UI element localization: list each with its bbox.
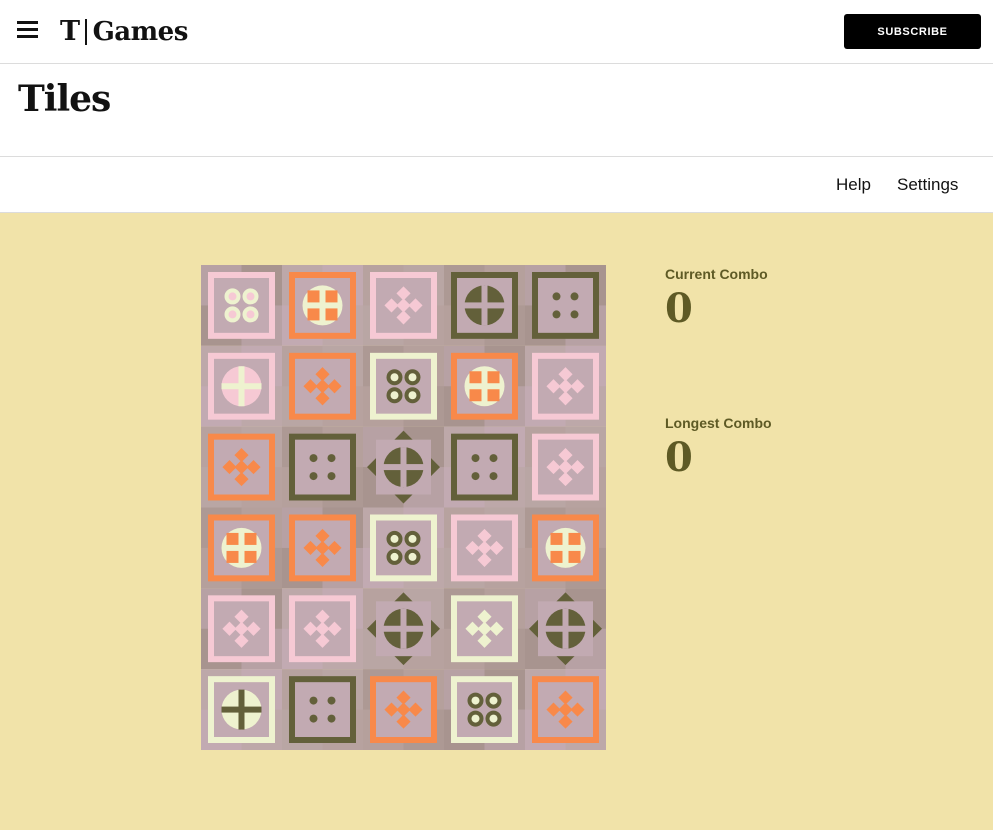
page-title: Tiles — [18, 78, 111, 120]
longest-combo-value: 0 — [665, 434, 693, 481]
longest-combo-label: Longest Combo — [665, 415, 772, 431]
tile-pink-diamonds[interactable] — [444, 507, 525, 589]
menu-icon[interactable] — [17, 21, 38, 39]
tile-orange-diamonds[interactable] — [525, 669, 606, 750]
title-bar: Tiles — [0, 64, 993, 157]
tile-pink-diamonds[interactable] — [525, 426, 606, 508]
current-combo-panel: Current Combo 0 — [665, 266, 768, 329]
tile-olive-cross[interactable] — [363, 588, 444, 670]
tile-olive-rings[interactable] — [282, 669, 363, 750]
tile-olive-cross[interactable] — [444, 265, 525, 346]
tile-orange-diamonds[interactable] — [363, 669, 444, 750]
tile-orange-quatrefoil[interactable] — [444, 345, 525, 427]
tile-pink-cross[interactable] — [201, 345, 282, 427]
tile-olive-rings[interactable] — [282, 426, 363, 508]
tile-pink-rings[interactable] — [201, 265, 282, 346]
tile-cream-rings[interactable] — [363, 345, 444, 427]
subscribe-button[interactable]: SUBSCRIBE — [844, 14, 981, 49]
current-combo-value: 0 — [665, 285, 693, 332]
tile-olive-rings[interactable] — [525, 265, 606, 346]
tile-pink-diamonds[interactable] — [525, 345, 606, 427]
nyt-t-logo-icon: T — [60, 16, 81, 47]
tile-pink-diamonds[interactable] — [282, 588, 363, 670]
settings-button[interactable]: Settings — [897, 175, 958, 195]
tile-cream-rings[interactable] — [363, 507, 444, 589]
tile-cream-diamonds[interactable] — [444, 588, 525, 670]
top-navigation-bar: T Games SUBSCRIBE — [0, 0, 993, 64]
tile-olive-cross[interactable] — [525, 588, 606, 670]
tile-orange-diamonds[interactable] — [282, 345, 363, 427]
tile-pink-diamonds[interactable] — [363, 265, 444, 346]
tile-orange-diamonds[interactable] — [201, 426, 282, 508]
tiles-game-board — [201, 265, 606, 750]
tile-cream-rings[interactable] — [444, 669, 525, 750]
tile-orange-diamonds[interactable] — [282, 507, 363, 589]
games-wordmark: Games — [92, 17, 189, 47]
help-button[interactable]: Help — [836, 175, 871, 195]
tile-olive-cross[interactable] — [363, 426, 444, 508]
tile-orange-quatrefoil[interactable] — [201, 507, 282, 589]
current-combo-label: Current Combo — [665, 266, 768, 282]
logo-divider — [85, 19, 87, 45]
tile-orange-quatrefoil[interactable] — [282, 265, 363, 346]
tile-cream-cross[interactable] — [201, 669, 282, 750]
tile-olive-rings[interactable] — [444, 426, 525, 508]
longest-combo-panel: Longest Combo 0 — [665, 415, 772, 478]
tile-pink-diamonds[interactable] — [201, 588, 282, 670]
tile-orange-quatrefoil[interactable] — [525, 507, 606, 589]
game-toolbar: Help Settings — [0, 157, 993, 213]
games-logo[interactable]: T Games — [60, 16, 189, 48]
